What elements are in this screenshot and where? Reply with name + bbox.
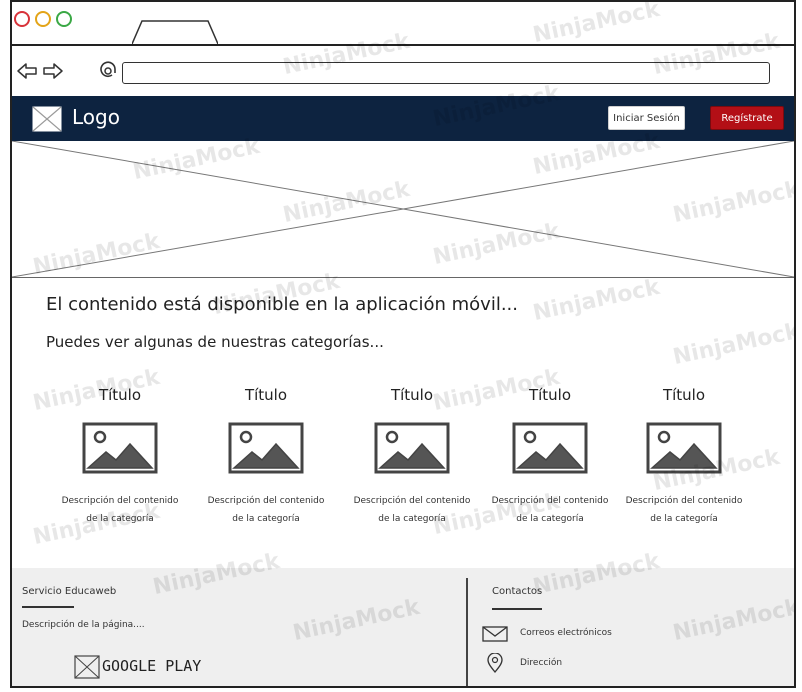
- category-description-line: Descripción del contenido: [491, 496, 609, 506]
- footer-divider-line: [22, 606, 74, 608]
- browser-back-icon[interactable]: [16, 61, 38, 81]
- logo-text[interactable]: Logo: [72, 105, 120, 129]
- main-heading: El contenido está disponible en la aplic…: [46, 294, 518, 315]
- footer-email-link[interactable]: Correos electrónicos: [520, 628, 612, 638]
- category-title: Título: [390, 386, 434, 404]
- footer-address-link[interactable]: Dirección: [520, 658, 562, 668]
- category-description-line: de la categoría: [232, 514, 300, 524]
- close-window-icon[interactable]: [14, 11, 30, 27]
- site-header: Logo Iniciar Sesión Regístrate: [12, 96, 794, 141]
- image-placeholder-icon: [82, 422, 158, 474]
- category-card[interactable]: Título Descripción del contenido de la cat…: [50, 386, 190, 528]
- mail-icon: [482, 626, 508, 642]
- category-description-line: de la categoría: [378, 514, 446, 524]
- footer-divider-line: [492, 608, 542, 610]
- url-at-icon: [100, 61, 116, 78]
- location-pin-icon: [487, 653, 503, 673]
- image-placeholder-icon: [228, 422, 304, 474]
- category-description-line: de la categoría: [516, 514, 584, 524]
- image-placeholder-icon: [646, 422, 722, 474]
- footer-contacts-title: Contactos: [492, 586, 543, 597]
- minimize-window-icon[interactable]: [35, 11, 51, 27]
- watermark: NinjaMock: [670, 318, 796, 371]
- browser-window: Logo Iniciar Sesión Regístrate El conten…: [10, 0, 796, 688]
- main-subheading: Puedes ver algunas de nuestras categoría…: [46, 333, 384, 351]
- category-description-line: de la categoría: [86, 514, 154, 524]
- footer-service-title: Servicio Educaweb: [22, 586, 117, 597]
- category-title: Título: [98, 386, 142, 404]
- browser-tab[interactable]: [132, 19, 218, 44]
- category-description-line: de la categoría: [650, 514, 718, 524]
- maximize-window-icon[interactable]: [56, 11, 72, 27]
- category-description: Descripción del contenido de la categoría: [480, 492, 620, 528]
- category-card[interactable]: Título Descripción del contenido de la cat…: [614, 386, 754, 528]
- category-description-line: Descripción del contenido: [353, 496, 471, 506]
- category-card[interactable]: Título Descripción del contenido de la cat…: [196, 386, 336, 528]
- category-card[interactable]: Título Descripción del contenido de la cat…: [480, 386, 620, 528]
- site-footer: Servicio Educaweb Descripción de la pági…: [12, 568, 794, 686]
- footer-column-divider: [466, 578, 468, 686]
- category-description-line: Descripción del contenido: [625, 496, 743, 506]
- browser-forward-icon[interactable]: [42, 61, 64, 81]
- address-bar-row: [12, 46, 794, 96]
- category-card[interactable]: Título Descripción del contenido de la cat…: [342, 386, 482, 528]
- image-placeholder-icon: [512, 422, 588, 474]
- login-button[interactable]: Iniciar Sesión: [608, 106, 685, 130]
- google-play-link[interactable]: GOOGLE PLAY: [102, 657, 201, 675]
- register-button[interactable]: Regístrate: [710, 106, 784, 130]
- browser-titlebar: [12, 2, 794, 46]
- hero-image-placeholder: [12, 141, 794, 278]
- category-title: Título: [662, 386, 706, 404]
- category-description-line: Descripción del contenido: [61, 496, 179, 506]
- category-description: Descripción del contenido de la categoría: [614, 492, 754, 528]
- logo-placeholder-icon: [32, 106, 62, 132]
- category-description: Descripción del contenido de la categoría: [196, 492, 336, 528]
- url-input[interactable]: [122, 62, 770, 84]
- watermark: NinjaMock: [530, 274, 662, 327]
- footer-description: Descripción de la página....: [22, 620, 145, 630]
- category-title: Título: [528, 386, 572, 404]
- category-description: Descripción del contenido de la categoría: [342, 492, 482, 528]
- google-play-placeholder-icon[interactable]: [74, 655, 100, 679]
- image-placeholder-icon: [374, 422, 450, 474]
- category-title: Título: [244, 386, 288, 404]
- category-description-line: Descripción del contenido: [207, 496, 325, 506]
- category-description: Descripción del contenido de la categoría: [50, 492, 190, 528]
